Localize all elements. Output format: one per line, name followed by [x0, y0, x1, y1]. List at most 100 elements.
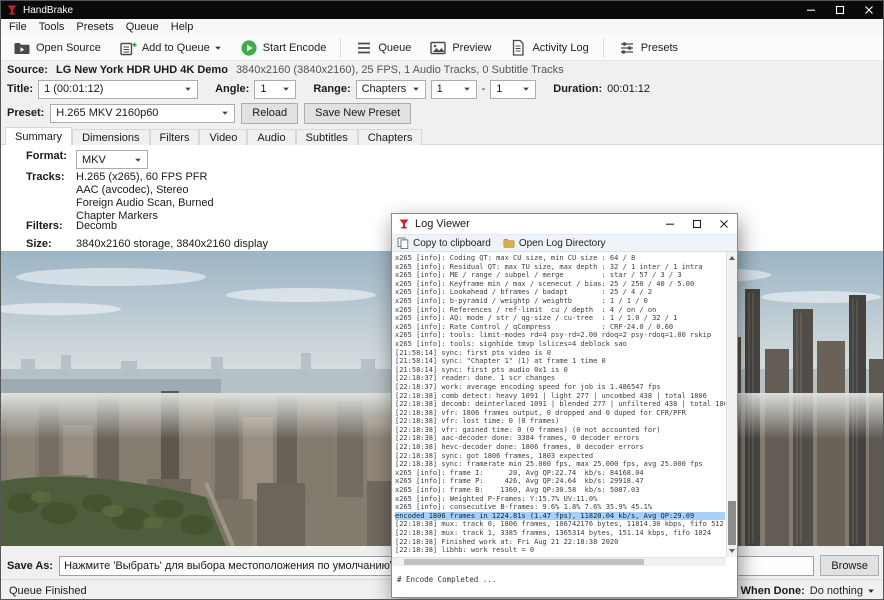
- tab-summary[interactable]: Summary: [5, 127, 72, 145]
- start-encode-label: Start Encode: [263, 42, 327, 54]
- copy-to-clipboard-label: Copy to clipboard: [413, 238, 491, 249]
- tab-filters[interactable]: Filters: [150, 129, 200, 145]
- log-line: x265 [info]: frame I: 20, Avg QP:22.74 k…: [395, 469, 725, 478]
- log-line: encoded 1806 frames in 1224.81s (1.47 fp…: [395, 512, 725, 521]
- preset-label: Preset:: [7, 107, 44, 119]
- angle-select[interactable]: 1: [254, 80, 296, 99]
- add-to-queue-button[interactable]: Add to Queue: [111, 36, 230, 60]
- log-line: [22:18:37] work: average encoding speed …: [395, 383, 725, 392]
- log-line: [22:18:38] vfr: lost time: 0 (0 frames): [395, 417, 725, 426]
- activity-log-button[interactable]: Activity Log: [501, 36, 596, 60]
- preset-select-value: H.265 MKV 2160p60: [56, 107, 158, 119]
- menu-item-file[interactable]: File: [3, 20, 33, 34]
- tab-chapters[interactable]: Chapters: [358, 129, 423, 145]
- caret-down-icon: [867, 587, 875, 595]
- open-source-label: Open Source: [36, 42, 101, 54]
- handbrake-logo-icon: [6, 4, 18, 16]
- log-text[interactable]: x265 [info]: Coding QT: max CU size, min…: [392, 252, 725, 557]
- format-label: Format:: [26, 150, 76, 162]
- tab-strip: SummaryDimensionsFiltersVideoAudioSubtit…: [5, 127, 883, 145]
- log-line: [21:58:14] sync: first pts audio 0x1 is …: [395, 366, 725, 375]
- menu-bar: FileToolsPresetsQueueHelp: [1, 19, 883, 35]
- log-line: [22:18:38] vfr: gained time: 0 (0 frames…: [395, 426, 725, 435]
- copy-to-clipboard-button[interactable]: Copy to clipboard: [397, 237, 491, 249]
- start-encode-button[interactable]: Start Encode: [232, 36, 335, 60]
- log-line: x265 [info]: consecutive B-frames: 9.6% …: [395, 503, 725, 512]
- folder-icon: [503, 237, 515, 249]
- tab-dimensions[interactable]: Dimensions: [72, 129, 149, 145]
- title-select-value: 1 (00:01:12): [44, 83, 103, 95]
- status-text: Queue Finished: [9, 585, 87, 597]
- window-title: HandBrake: [23, 5, 73, 16]
- add-to-queue-label: Add to Queue: [142, 42, 210, 54]
- maximize-button[interactable]: [825, 1, 854, 19]
- tab-video[interactable]: Video: [199, 129, 247, 145]
- queue-icon: [355, 39, 373, 57]
- track-line: Foreign Audio Scan, Burned: [76, 197, 214, 210]
- close-button[interactable]: [854, 1, 883, 19]
- angle-label: Angle:: [215, 83, 249, 95]
- source-label: Source:: [7, 64, 48, 76]
- filters-label: Filters:: [26, 220, 76, 232]
- scroll-up-arrow-icon[interactable]: [729, 256, 735, 260]
- queue-button[interactable]: Queue: [347, 36, 419, 60]
- handbrake-logo-icon: [398, 218, 410, 230]
- range-type-select[interactable]: Chapters: [356, 80, 426, 99]
- log-line: [22:18:37] reader: done. 1 scr changes: [395, 374, 725, 383]
- log-line: [22:18:38] sync: got 1806 frames, 1803 e…: [395, 452, 725, 461]
- open-log-directory-label: Open Log Directory: [519, 238, 606, 249]
- source-name: LG New York HDR UHD 4K Demo: [56, 64, 228, 76]
- log-viewer-title: Log Viewer: [415, 218, 470, 230]
- open-source-button[interactable]: Open Source: [5, 36, 109, 60]
- log-line: [22:18:38] hevc-decoder done: 1806 frame…: [395, 443, 725, 452]
- reload-button[interactable]: Reload: [241, 103, 298, 124]
- encode-completed-text: # Encode Completed ...: [397, 575, 496, 584]
- minimize-button[interactable]: [796, 1, 825, 19]
- log-line: x265 [info]: tools: signhide tmvp lslice…: [395, 340, 725, 349]
- log-viewer-controls: [656, 214, 737, 234]
- log-line: [22:18:38] mux: track 1, 3385 frames, 13…: [395, 529, 725, 538]
- close-button[interactable]: [710, 214, 737, 234]
- source-details: 3840x2160 (3840x2160), 25 FPS, 1 Audio T…: [236, 64, 564, 76]
- title-select[interactable]: 1 (00:01:12): [38, 80, 198, 99]
- menu-item-presets[interactable]: Presets: [70, 20, 119, 34]
- save-new-preset-button[interactable]: Save New Preset: [304, 103, 411, 124]
- preset-select[interactable]: H.265 MKV 2160p60: [50, 104, 235, 123]
- track-line: H.265 (x265), 60 FPS PFR: [76, 171, 214, 184]
- log-line: [22:18:38] vfr: 1806 frames output, 0 dr…: [395, 409, 725, 418]
- maximize-button[interactable]: [683, 214, 710, 234]
- log-vertical-scrollbar[interactable]: [726, 252, 737, 557]
- tab-audio[interactable]: Audio: [247, 129, 295, 145]
- preview-icon: [429, 39, 447, 57]
- range-separator: -: [482, 83, 486, 95]
- format-select[interactable]: MKV: [76, 150, 148, 169]
- menu-item-help[interactable]: Help: [165, 20, 200, 34]
- caret-down-icon: [214, 44, 222, 52]
- angle-select-value: 1: [260, 83, 266, 95]
- vertical-scrollbar-thumb[interactable]: [728, 501, 736, 545]
- minimize-button[interactable]: [656, 214, 683, 234]
- preview-button[interactable]: Preview: [421, 36, 499, 60]
- horizontal-scrollbar-thumb[interactable]: [404, 559, 644, 565]
- log-horizontal-scrollbar[interactable]: [392, 557, 726, 566]
- browse-button[interactable]: Browse: [820, 555, 879, 576]
- menu-item-tools[interactable]: Tools: [33, 20, 71, 34]
- format-select-value: MKV: [82, 154, 106, 166]
- toolbar-separator: [340, 38, 341, 58]
- log-line: [22:18:38] mux: track 0, 1806 frames, 10…: [395, 520, 725, 529]
- scroll-down-arrow-icon[interactable]: [729, 549, 735, 553]
- range-start-select[interactable]: 1: [431, 80, 477, 99]
- presets-button[interactable]: Presets: [610, 36, 686, 60]
- menu-item-queue[interactable]: Queue: [120, 20, 165, 34]
- log-line: [21:58:14] sync: "Chapter 1" (1) at fram…: [395, 357, 725, 366]
- log-line: x265 [info]: Rate Control / qCompress : …: [395, 323, 725, 332]
- open-log-directory-button[interactable]: Open Log Directory: [503, 237, 606, 249]
- size-value: 3840x2160 storage, 3840x2160 display: [76, 238, 268, 250]
- tab-subtitles[interactable]: Subtitles: [296, 129, 358, 145]
- open-source-icon: [13, 39, 31, 57]
- when-done-select[interactable]: Do nothing: [810, 585, 875, 597]
- range-end-select[interactable]: 1: [490, 80, 536, 99]
- log-line: x265 [info]: Residual QT: max TU size, m…: [395, 263, 725, 272]
- caret-down-icon: [459, 85, 471, 93]
- copy-icon: [397, 237, 409, 249]
